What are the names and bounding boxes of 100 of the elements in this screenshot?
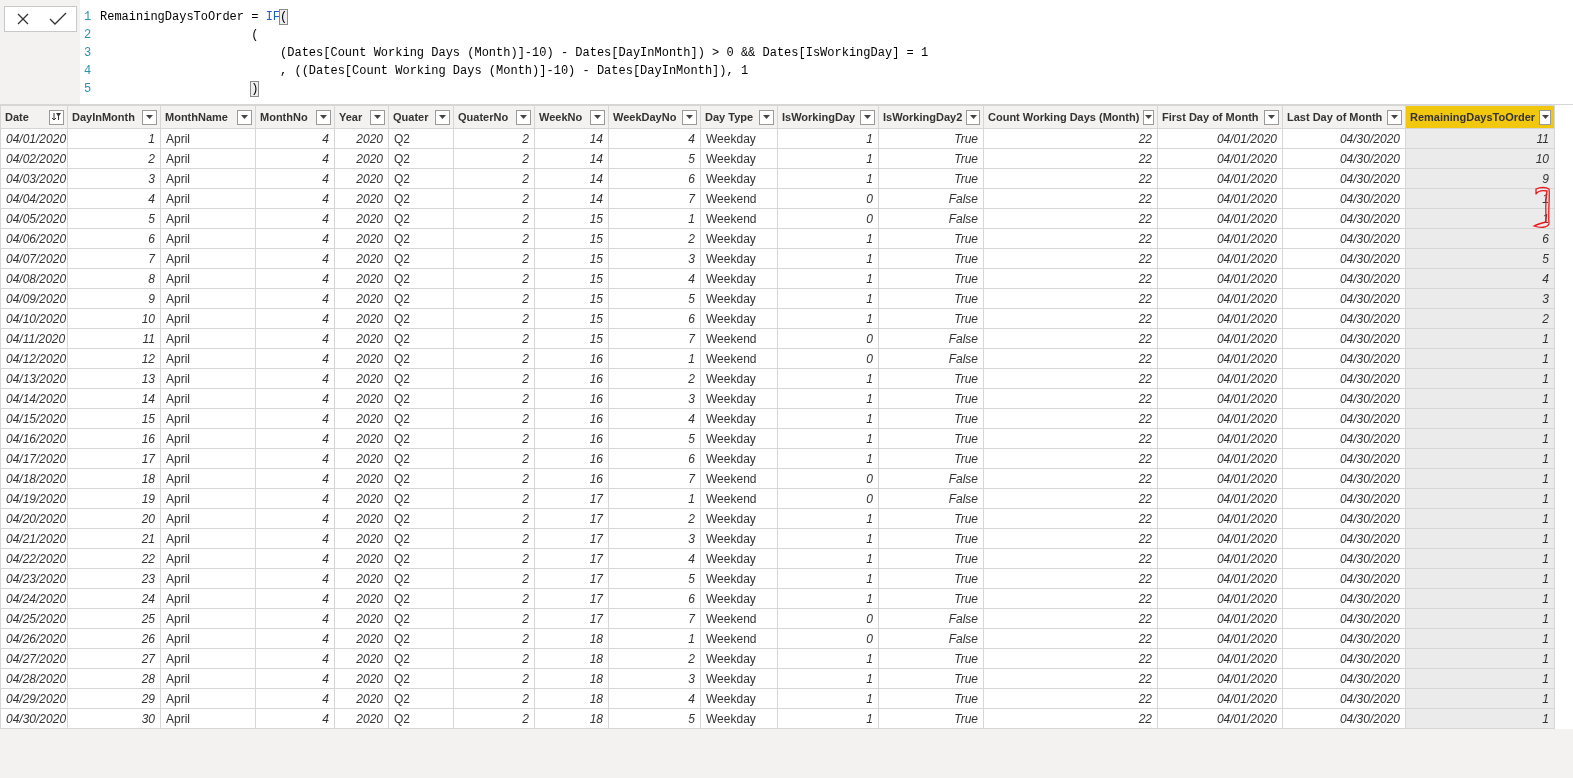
table-cell: 04/07/2020 [0, 248, 68, 269]
header-label: DayInMonth [72, 111, 135, 123]
column-header[interactable]: MonthName [160, 105, 256, 129]
table-cell: 04/06/2020 [0, 228, 68, 249]
code-line[interactable]: RemainingDaysToOrder = IF( [98, 10, 288, 24]
table-cell: 04/02/2020 [0, 148, 68, 169]
caret-icon [439, 115, 446, 119]
table-cell: 04/09/2020 [0, 288, 68, 309]
column-header[interactable]: MonthNo [255, 105, 335, 129]
dropdown-button[interactable] [316, 109, 331, 125]
column-header[interactable]: Quater [388, 105, 454, 129]
table-cell: 04/10/2020 [0, 308, 68, 329]
code-line[interactable]: ( [98, 28, 259, 42]
close-icon [15, 12, 30, 26]
caret-icon [763, 115, 770, 119]
table-cell: 04/01/2020 [0, 128, 68, 149]
column-header[interactable]: QuaterNo [453, 105, 535, 129]
column-header[interactable]: Last Day of Month [1282, 105, 1406, 129]
line-number: 1 [83, 10, 93, 24]
caret-icon [520, 115, 527, 119]
table-cell: 04/05/2020 [0, 208, 68, 229]
column-header[interactable]: First Day of Month [1157, 105, 1283, 129]
line-number: 3 [83, 46, 93, 60]
caret-icon [320, 115, 327, 119]
dropdown-button[interactable] [237, 109, 252, 125]
column-header[interactable]: WeekNo [534, 105, 609, 129]
header-label: IsWorkingDay [782, 111, 856, 123]
table-cell: 04/08/2020 [0, 268, 68, 289]
dropdown-button[interactable] [590, 109, 605, 125]
table-cell: 04/18/2020 [0, 468, 68, 489]
header-label: RemainingDaysToOrder [1410, 111, 1536, 123]
dropdown-button[interactable] [1143, 109, 1154, 125]
column-header[interactable]: WeekDayNo [608, 105, 701, 129]
table-cell: 04/25/2020 [0, 608, 68, 629]
table-cell: 04/14/2020 [0, 388, 68, 409]
dropdown-button[interactable] [49, 109, 64, 125]
table-cell: 04/23/2020 [0, 568, 68, 589]
table-cell: 04/24/2020 [0, 588, 68, 609]
column-header[interactable]: Day Type [700, 105, 778, 129]
table-cell: 04/04/2020 [0, 188, 68, 209]
caret-icon [1391, 115, 1398, 119]
dropdown-button[interactable] [516, 109, 531, 125]
dropdown-button[interactable] [682, 109, 697, 125]
table-cell: 04/13/2020 [0, 368, 68, 389]
column-header[interactable]: Year [334, 105, 389, 129]
table-cell: 04/30/2020 [0, 708, 68, 729]
dropdown-button[interactable] [1539, 109, 1551, 125]
dropdown-button[interactable] [142, 109, 157, 125]
caret-icon [241, 115, 248, 119]
header-label: Year [339, 111, 363, 123]
table-cell: 04/29/2020 [0, 688, 68, 709]
header-label: Count Working Days (Month) [988, 111, 1140, 123]
header-label: Last Day of Month [1287, 111, 1383, 123]
code-line[interactable]: (Dates[Count Working Days (Month)]-10) - Dates[DayInMonth]) > 0 && Dates[IsWorkingDay] = 1 [98, 46, 929, 60]
code-line[interactable]: ) [98, 82, 259, 96]
dropdown-button[interactable] [1387, 109, 1402, 125]
header-label: QuaterNo [458, 111, 509, 123]
table-cell: 04/20/2020 [0, 508, 68, 529]
column-header[interactable]: IsWorkingDay [777, 105, 879, 129]
table-cell: 04/27/2020 [0, 648, 68, 669]
header-label: WeekDayNo [613, 111, 677, 123]
dropdown-button[interactable] [966, 109, 980, 125]
table-cell: 04/26/2020 [0, 628, 68, 649]
filter-icon [51, 112, 62, 122]
caret-icon [969, 115, 977, 119]
table-cell: 04/12/2020 [0, 348, 68, 369]
line-number: 5 [83, 82, 93, 96]
dropdown-button[interactable] [1264, 109, 1279, 125]
table-cell: 04/15/2020 [0, 408, 68, 429]
table-cell: 04/11/2020 [0, 328, 68, 349]
header-label: WeekNo [539, 111, 583, 123]
header-label: MonthName [165, 111, 228, 123]
column-header[interactable]: DayInMonth [67, 105, 161, 129]
line-number: 2 [83, 28, 93, 42]
table-cell: 04/22/2020 [0, 548, 68, 569]
line-number: 4 [83, 64, 93, 78]
table-cell: 04/17/2020 [0, 448, 68, 469]
caret-icon [686, 115, 693, 119]
header-label: IsWorkingDay2 [883, 111, 963, 123]
column-header[interactable]: IsWorkingDay2 [878, 105, 984, 129]
code-line[interactable]: , ((Dates[Count Working Days (Month)]-10) - Dates[DayInMonth]), 1 [98, 64, 749, 78]
table-cell: 04/03/2020 [0, 168, 68, 189]
table-cell: 04/16/2020 [0, 428, 68, 449]
caret-icon [1268, 115, 1275, 119]
header-label: Day Type [705, 111, 754, 123]
header-label: Date [5, 111, 29, 123]
dropdown-button[interactable] [370, 109, 385, 125]
caret-icon [1541, 115, 1549, 119]
column-header[interactable]: RemainingDaysToOrder [1405, 105, 1555, 129]
column-header[interactable]: Count Working Days (Month) [983, 105, 1158, 129]
dropdown-button[interactable] [759, 109, 774, 125]
dropdown-button[interactable] [435, 109, 450, 125]
table-cell: 04/21/2020 [0, 528, 68, 549]
dropdown-button[interactable] [860, 109, 875, 125]
caret-icon [146, 115, 153, 119]
caret-icon [1145, 115, 1153, 119]
caret-icon [374, 115, 381, 119]
caret-icon [594, 115, 601, 119]
column-header[interactable]: Date [0, 105, 68, 129]
table-cell: 04/19/2020 [0, 488, 68, 509]
